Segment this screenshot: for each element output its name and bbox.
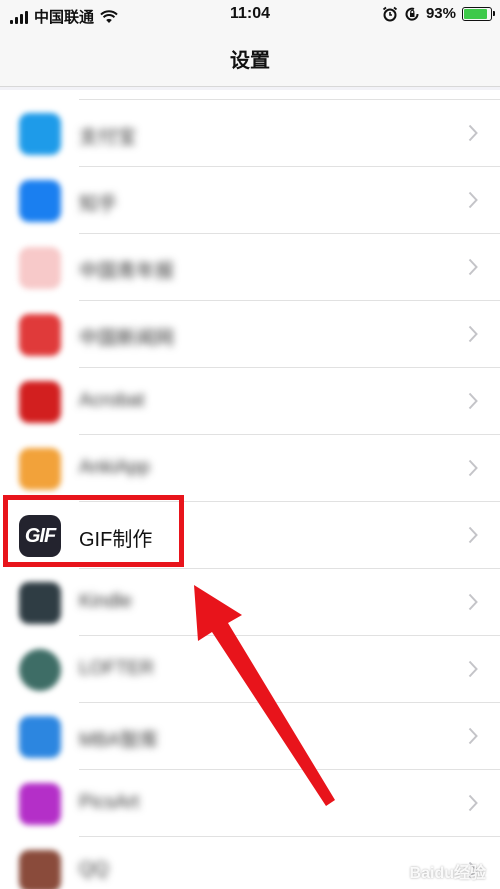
app-label: LOFTER [79,658,154,679]
app-icon [19,649,61,691]
chevron-right-icon [468,124,478,142]
chevron-right-icon [468,526,478,544]
app-label: MBA智库 [79,730,159,751]
orientation-lock-icon [405,7,419,21]
list-item-alipay[interactable]: 支付宝 [0,100,500,167]
app-label: Kindle [79,591,132,612]
battery-percent: 93% [425,5,456,22]
chevron-right-icon [468,660,478,678]
chevron-right-icon [468,794,478,812]
app-icon [19,381,61,423]
list-item-ankiapp[interactable]: AnkiApp [0,435,500,502]
status-right: 93% [382,5,495,22]
app-label: 知乎 [79,194,118,215]
app-icon [19,314,61,356]
app-icon [19,783,61,825]
chevron-right-icon [468,727,478,745]
page-title: 设置 [230,50,270,72]
app-icon [19,582,61,624]
chevron-right-icon [468,593,478,611]
list-item-lofter[interactable]: LOFTER [0,636,500,703]
app-label: PicsArt [79,792,140,813]
list-item-acrobat[interactable]: Acrobat [0,368,500,435]
app-label: 中国新闻网 [79,328,175,349]
list-item-zhihu[interactable]: 知乎 [0,167,500,234]
list-item-china-news[interactable]: 中国新闻网 [0,301,500,368]
chevron-right-icon [468,258,478,276]
watermark: Baidu经验 [409,865,486,882]
chevron-right-icon [468,459,478,477]
settings-app-list[interactable]: 支付宝 知乎 中国青年报 中国新闻网 Acrobat AnkiApp GIF G… [0,90,500,889]
app-label: 支付宝 [79,127,137,148]
highlight-box [3,495,184,567]
app-icon [19,180,61,222]
app-label: QQ [79,859,109,880]
app-icon [19,850,61,889]
app-icon [19,113,61,155]
navigation-bar: 设置 [0,30,500,87]
app-label: 中国青年报 [79,261,175,282]
chevron-right-icon [468,191,478,209]
status-bar: 中国联通 11:04 93% [0,0,500,30]
battery-icon [462,6,495,21]
list-item-mba-zhiku[interactable]: MBA智库 [0,703,500,770]
app-icon [19,448,61,490]
alarm-icon [382,6,398,21]
app-label: AnkiApp [79,457,150,478]
app-icon [19,716,61,758]
chevron-right-icon [468,392,478,410]
app-label: Acrobat [79,390,145,411]
chevron-right-icon [468,325,478,343]
list-item-picsart[interactable]: PicsArt [0,770,500,837]
battery-fill [464,8,488,19]
list-item-kindle[interactable]: Kindle [0,569,500,636]
list-item-partial[interactable] [0,90,500,100]
list-item-china-youth-daily[interactable]: 中国青年报 [0,234,500,301]
app-icon [19,247,61,289]
